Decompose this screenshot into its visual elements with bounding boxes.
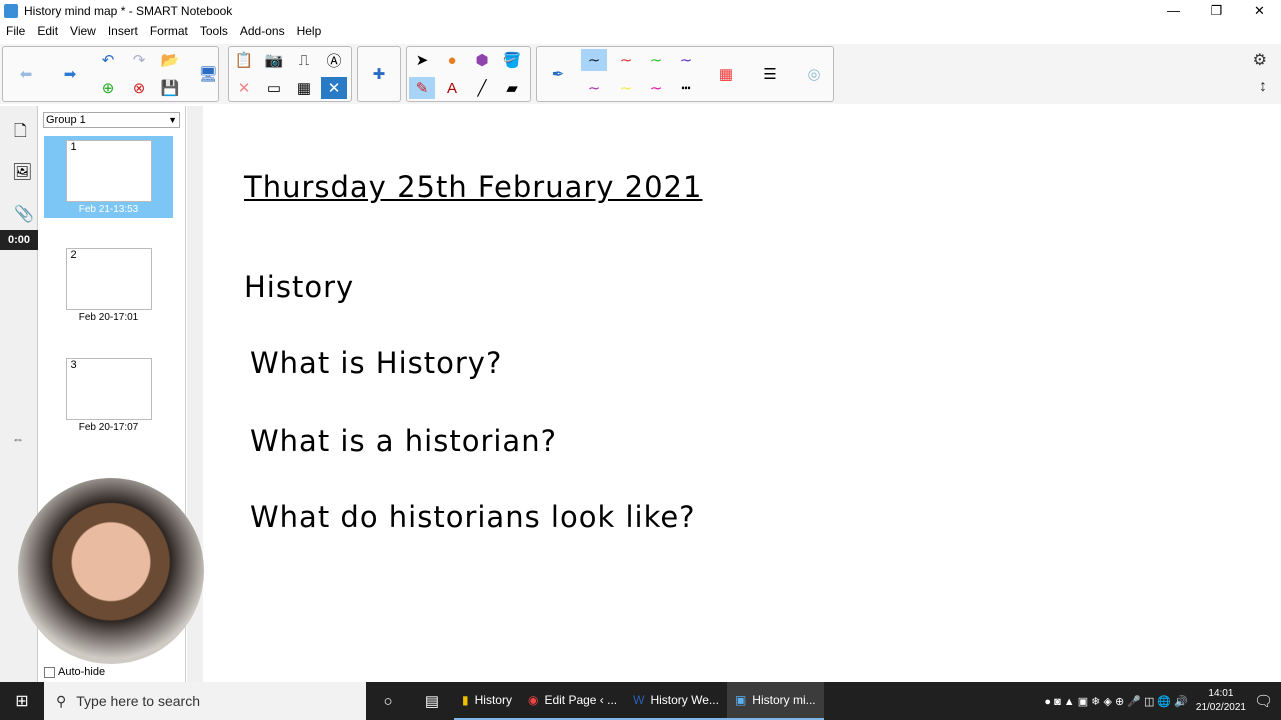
page-heading: History bbox=[244, 270, 355, 304]
taskbar-search[interactable]: ⚲ Type here to search bbox=[44, 682, 366, 720]
open-folder-icon[interactable]: 📂 bbox=[157, 49, 183, 71]
task-view-icon[interactable]: ▤ bbox=[410, 692, 454, 710]
fill-icon[interactable]: 🪣 bbox=[499, 49, 525, 71]
redo-icon[interactable]: ↷ bbox=[126, 49, 152, 71]
thumb-date: Feb 20-17:01 bbox=[78, 312, 139, 323]
undo-icon[interactable]: ↶ bbox=[95, 49, 121, 71]
settings-gear-icon[interactable]: ⚙ bbox=[1253, 50, 1267, 70]
task-smart-notebook[interactable]: ▣ History mi... bbox=[726, 682, 824, 720]
screen-shade-icon[interactable]: ▭ bbox=[261, 77, 287, 99]
page-thumbnail-3[interactable]: 3 Feb 20-17:07 bbox=[44, 354, 173, 433]
pen-magenta-icon[interactable]: ∼ bbox=[643, 77, 669, 99]
line-style-icon[interactable]: ☰ bbox=[757, 63, 783, 85]
pen-dashed-icon[interactable]: ┅ bbox=[673, 77, 699, 99]
task-word[interactable]: W History We... bbox=[625, 682, 727, 720]
pen-blue-icon[interactable]: ∼ bbox=[673, 49, 699, 71]
menu-help[interactable]: Help bbox=[291, 22, 328, 40]
chrome-icon: ◉ bbox=[527, 693, 539, 707]
page-thumbnail-1[interactable]: 1 Feb 21-13:53 bbox=[44, 136, 173, 218]
document-camera-icon[interactable]: ⎍ bbox=[291, 49, 317, 71]
auto-hide-checkbox[interactable]: Auto-hide bbox=[44, 666, 105, 678]
shapes-icon[interactable]: ● bbox=[439, 49, 465, 71]
eraser-icon[interactable]: ▰ bbox=[499, 77, 525, 99]
page-thumbnail-2[interactable]: 2 Feb 20-17:01 bbox=[44, 244, 173, 323]
attachments-tab-icon[interactable]: 📎 bbox=[14, 204, 34, 224]
move-toolbar-icon[interactable]: ↕ bbox=[1259, 78, 1267, 96]
screenshot-icon[interactable]: 📷 bbox=[261, 49, 287, 71]
clock[interactable]: 14:01 21/02/2021 bbox=[1196, 687, 1246, 715]
save-icon[interactable]: 💾 bbox=[157, 77, 183, 99]
transparency-icon[interactable]: ◎ bbox=[801, 63, 827, 85]
windows-start-icon[interactable]: ⊞ bbox=[0, 691, 44, 711]
polygon-icon[interactable]: ⬢ bbox=[469, 49, 495, 71]
window-title: History mind map * - SMART Notebook bbox=[24, 4, 233, 18]
pen-green-icon[interactable]: ∼ bbox=[643, 49, 669, 71]
text-icon[interactable]: A bbox=[439, 77, 465, 99]
previous-page-icon[interactable]: ⬅ bbox=[13, 63, 39, 85]
smart-notebook-icon bbox=[4, 4, 18, 18]
notifications-icon[interactable]: 🗨 bbox=[1254, 692, 1273, 710]
menu-bar: File Edit View Insert Format Tools Add-o… bbox=[0, 22, 327, 40]
page-sorter-tab-icon[interactable]: 🗋 bbox=[14, 120, 27, 147]
menu-format[interactable]: Format bbox=[144, 22, 194, 40]
menu-insert[interactable]: Insert bbox=[102, 22, 144, 40]
toolbar: ⬅ ➡ ↶ ↷ 📂 ⊕ ⊗ 💾 🖥 📋 📷 ⎍ Ⓐ ✕ ▭ ▦ ✕ ✚ ➤ ● … bbox=[0, 44, 1281, 104]
select-arrow-icon[interactable]: ➤ bbox=[409, 49, 435, 71]
group-dropdown[interactable]: Group 1 ▼ bbox=[43, 112, 180, 128]
thumb-number: 2 bbox=[65, 248, 152, 310]
delete-page-icon[interactable]: ⊗ bbox=[126, 77, 152, 99]
pen-icon[interactable]: ✒ bbox=[545, 63, 571, 85]
pens-icon[interactable]: ✎ bbox=[409, 77, 435, 99]
taskbar: ⊞ ⚲ Type here to search ○ ▤ ▮ History ◉ Edi… bbox=[0, 682, 1281, 720]
thumb-date: Feb 20-17:07 bbox=[78, 422, 139, 433]
question-3: What do historians look like? bbox=[250, 500, 696, 534]
add-ons-puzzle-icon[interactable]: ✚ bbox=[366, 63, 392, 85]
paste-icon[interactable]: 📋 bbox=[231, 49, 257, 71]
delete-icon[interactable]: ✕ bbox=[231, 77, 257, 99]
pen-yellow-icon[interactable]: ∼ bbox=[613, 77, 639, 99]
question-1: What is History? bbox=[250, 346, 503, 380]
next-page-icon[interactable]: ➡ bbox=[57, 63, 83, 85]
close-button[interactable]: ✕ bbox=[1238, 0, 1281, 22]
line-icon[interactable]: ╱ bbox=[469, 77, 495, 99]
thumb-number: 1 bbox=[65, 140, 152, 202]
display-icon[interactable]: 🖥 bbox=[195, 63, 221, 85]
menu-tools[interactable]: Tools bbox=[194, 22, 234, 40]
menu-file[interactable]: File bbox=[0, 22, 31, 40]
table-icon[interactable]: ▦ bbox=[291, 77, 317, 99]
tray-icons[interactable]: ● ◙ ▲ ▣ ❄ ◈ ⊕ 🎤 ◫ 🌐 🔊 bbox=[1044, 695, 1188, 708]
thumb-date: Feb 21-13:53 bbox=[78, 204, 139, 215]
cortana-icon[interactable]: ○ bbox=[366, 693, 410, 710]
smart-notebook-icon: ▣ bbox=[734, 693, 747, 707]
resize-panel-icon[interactable]: ⇔ bbox=[12, 432, 24, 446]
menu-edit[interactable]: Edit bbox=[31, 22, 64, 40]
restore-button[interactable]: ❐ bbox=[1195, 0, 1238, 22]
add-page-icon[interactable]: ⊕ bbox=[95, 77, 121, 99]
title-bar: History mind map * - SMART Notebook — ❐ … bbox=[0, 0, 1281, 22]
color-palette-icon[interactable]: ▦ bbox=[713, 63, 739, 85]
task-chrome[interactable]: ◉ Edit Page ‹ ... bbox=[519, 682, 626, 720]
notebook-page[interactable]: Thursday 25th February 2021 History What… bbox=[204, 106, 1281, 682]
pen-purple-icon[interactable]: ∼ bbox=[581, 77, 607, 99]
menu-addons[interactable]: Add-ons bbox=[234, 22, 291, 40]
webcam-overlay bbox=[18, 478, 204, 664]
minimize-button[interactable]: — bbox=[1152, 0, 1195, 22]
handwriting-icon[interactable]: Ⓐ bbox=[321, 49, 347, 71]
system-tray: ● ◙ ▲ ▣ ❄ ◈ ⊕ 🎤 ◫ 🌐 🔊 14:01 21/02/2021 🗨 bbox=[1044, 687, 1281, 715]
menu-view[interactable]: View bbox=[64, 22, 102, 40]
pen-red-icon[interactable]: ∼ bbox=[613, 49, 639, 71]
search-icon: ⚲ bbox=[56, 692, 67, 709]
question-2: What is a historian? bbox=[250, 424, 557, 458]
gallery-tab-icon[interactable]: 🖼 bbox=[12, 162, 32, 182]
task-file-explorer[interactable]: ▮ History bbox=[454, 682, 520, 720]
page-date: Thursday 25th February 2021 bbox=[244, 170, 703, 204]
close-x-icon[interactable]: ✕ bbox=[321, 77, 347, 99]
word-icon: W bbox=[633, 693, 645, 707]
recording-timer: 0:00 bbox=[0, 230, 38, 250]
pen-black-icon[interactable]: ∼ bbox=[581, 49, 607, 71]
thumb-number: 3 bbox=[65, 358, 152, 420]
folder-icon: ▮ bbox=[462, 693, 469, 707]
